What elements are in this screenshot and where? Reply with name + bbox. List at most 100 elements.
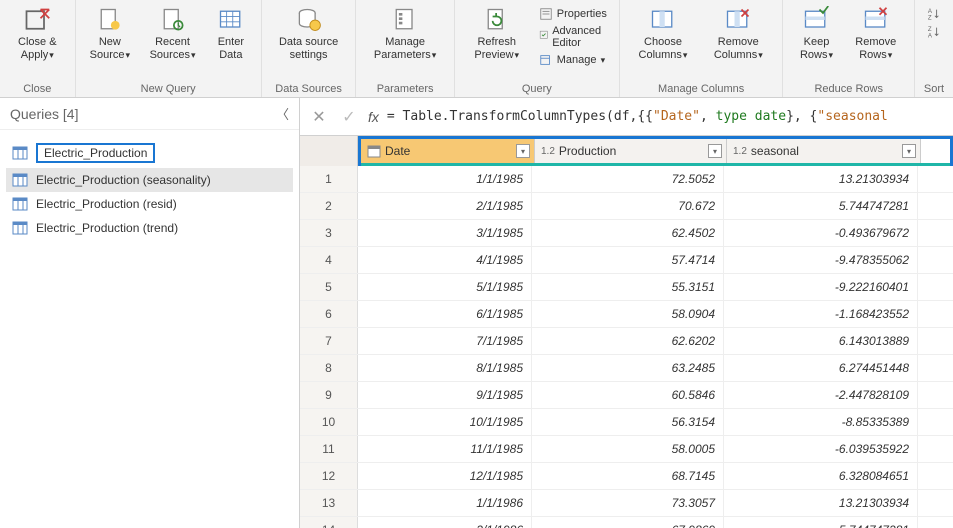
cell-production[interactable]: 62.6202 [532,328,724,354]
table-row[interactable]: 55/1/198555.3151-9.222160401 [300,274,953,301]
close-apply-label: Close & Apply▾ [12,36,63,61]
cell-production[interactable]: 56.3154 [532,409,724,435]
manage-button[interactable]: Manage ▾ [537,52,609,68]
svg-text:A: A [928,32,933,39]
row-number: 12 [300,463,358,489]
new-source-button[interactable]: New Source▾ [82,4,138,63]
cell-seasonal[interactable]: -6.039535922 [724,436,918,462]
cell-production[interactable]: 68.7145 [532,463,724,489]
manage-parameters-button[interactable]: Manage Parameters▾ [362,4,447,63]
cell-seasonal[interactable]: -8.85335389 [724,409,918,435]
cell-production[interactable]: 55.3151 [532,274,724,300]
cell-date[interactable]: 10/1/1985 [358,409,532,435]
column-header-seasonal[interactable]: 1.2 seasonal ▾ [727,139,921,163]
cell-date[interactable]: 7/1/1985 [358,328,532,354]
filter-production-icon[interactable]: ▾ [708,144,722,158]
table-icon [12,221,28,235]
filter-date-icon[interactable]: ▾ [516,144,530,158]
table-row[interactable]: 44/1/198557.4714-9.478355062 [300,247,953,274]
cell-date[interactable]: 2/1/1986 [358,517,532,528]
table-row[interactable]: 77/1/198562.62026.143013889 [300,328,953,355]
cell-date[interactable]: 9/1/1985 [358,382,532,408]
query-item[interactable]: Electric_Production (resid) [6,192,293,216]
column-header-production[interactable]: 1.2 Production ▾ [535,139,727,163]
query-item-label: Electric_Production (resid) [36,197,177,211]
cell-seasonal[interactable]: -1.168423552 [724,301,918,327]
cell-seasonal[interactable]: -2.447828109 [724,382,918,408]
cell-production[interactable]: 58.0904 [532,301,724,327]
cell-date[interactable]: 12/1/1985 [358,463,532,489]
cell-date[interactable]: 3/1/1985 [358,220,532,246]
cell-date[interactable]: 1/1/1986 [358,490,532,516]
choose-columns-button[interactable]: Choose Columns▾ [626,4,700,63]
table-row[interactable]: 99/1/198560.5846-2.447828109 [300,382,953,409]
cell-production[interactable]: 60.5846 [532,382,724,408]
cell-seasonal[interactable]: 6.328084651 [724,463,918,489]
cell-date[interactable]: 5/1/1985 [358,274,532,300]
cell-seasonal[interactable]: 5.744747281 [724,193,918,219]
cell-seasonal[interactable]: -9.478355062 [724,247,918,273]
table-row[interactable]: 1212/1/198568.71456.328084651 [300,463,953,490]
table-row[interactable]: 11/1/198572.505213.21303934 [300,166,953,193]
cell-production[interactable]: 63.2485 [532,355,724,381]
advanced-editor-button[interactable]: Advanced Editor [537,24,609,50]
table-row[interactable]: 66/1/198558.0904-1.168423552 [300,301,953,328]
cell-seasonal[interactable]: 5.744747281 [724,517,918,528]
collapse-queries-icon[interactable]: 〈 [276,104,289,123]
close-apply-button[interactable]: Close & Apply▾ [6,4,69,63]
cell-date[interactable]: 2/1/1985 [358,193,532,219]
data-source-settings-icon [295,6,323,34]
formula-confirm-icon[interactable]: ✓ [338,107,360,127]
sort-asc-button[interactable]: AZ [925,6,943,22]
column-header-date[interactable]: Date ▾ [361,139,535,163]
remove-rows-button[interactable]: Remove Rows▾ [844,4,908,63]
table-row[interactable]: 1111/1/198558.0005-6.039535922 [300,436,953,463]
close-group-label: Close [23,83,51,95]
formula-text[interactable]: = Table.TransformColumnTypes(df,{{"Date"… [387,109,945,124]
remove-columns-button[interactable]: Remove Columns▾ [700,4,776,63]
filter-seasonal-icon[interactable]: ▾ [902,144,916,158]
sort-desc-button[interactable]: ZA [925,24,943,40]
table-row[interactable]: 22/1/198570.6725.744747281 [300,193,953,220]
cell-seasonal[interactable]: -0.493679672 [724,220,918,246]
cell-seasonal[interactable]: 13.21303934 [724,490,918,516]
enter-data-button[interactable]: Enter Data [207,4,255,63]
cell-production[interactable]: 62.4502 [532,220,724,246]
fx-icon[interactable]: fx [368,109,379,125]
cell-seasonal[interactable]: 6.143013889 [724,328,918,354]
new-source-label: New Source▾ [88,36,132,61]
cell-date[interactable]: 6/1/1985 [358,301,532,327]
keep-rows-button[interactable]: Keep Rows▾ [789,4,843,63]
cell-date[interactable]: 1/1/1985 [358,166,532,192]
cell-date[interactable]: 4/1/1985 [358,247,532,273]
table-row[interactable]: 142/1/198667.98695.744747281 [300,517,953,528]
cell-production[interactable]: 70.672 [532,193,724,219]
column-seasonal-label: seasonal [751,144,799,158]
cell-seasonal[interactable]: 6.274451448 [724,355,918,381]
cell-production[interactable]: 58.0005 [532,436,724,462]
table-row[interactable]: 1010/1/198556.3154-8.85335389 [300,409,953,436]
new-source-icon [96,6,124,34]
recent-sources-button[interactable]: Recent Sources▾ [138,4,207,63]
data-sources-group-label: Data Sources [275,83,342,95]
manage-label: Manage ▾ [557,54,605,66]
cell-seasonal[interactable]: 13.21303934 [724,166,918,192]
query-item[interactable]: Electric_Production (seasonality) [6,168,293,192]
query-item[interactable]: Electric_Production (trend) [6,216,293,240]
cell-date[interactable]: 11/1/1985 [358,436,532,462]
cell-seasonal[interactable]: -9.222160401 [724,274,918,300]
query-item[interactable]: Electric_Production [6,138,293,168]
data-source-settings-button[interactable]: Data source settings [268,4,350,63]
table-row[interactable]: 33/1/198562.4502-0.493679672 [300,220,953,247]
properties-button[interactable]: Properties [537,6,609,22]
table-row[interactable]: 131/1/198673.305713.21303934 [300,490,953,517]
cell-production[interactable]: 67.9869 [532,517,724,528]
formula-cancel-icon[interactable]: ✕ [308,107,330,127]
cell-production[interactable]: 72.5052 [532,166,724,192]
table-row[interactable]: 88/1/198563.24856.274451448 [300,355,953,382]
refresh-preview-button[interactable]: Refresh Preview▾ [461,4,533,63]
cell-date[interactable]: 8/1/1985 [358,355,532,381]
cell-production[interactable]: 57.4714 [532,247,724,273]
cell-production[interactable]: 73.3057 [532,490,724,516]
grid-body: 11/1/198572.505213.2130393422/1/198570.6… [300,166,953,528]
